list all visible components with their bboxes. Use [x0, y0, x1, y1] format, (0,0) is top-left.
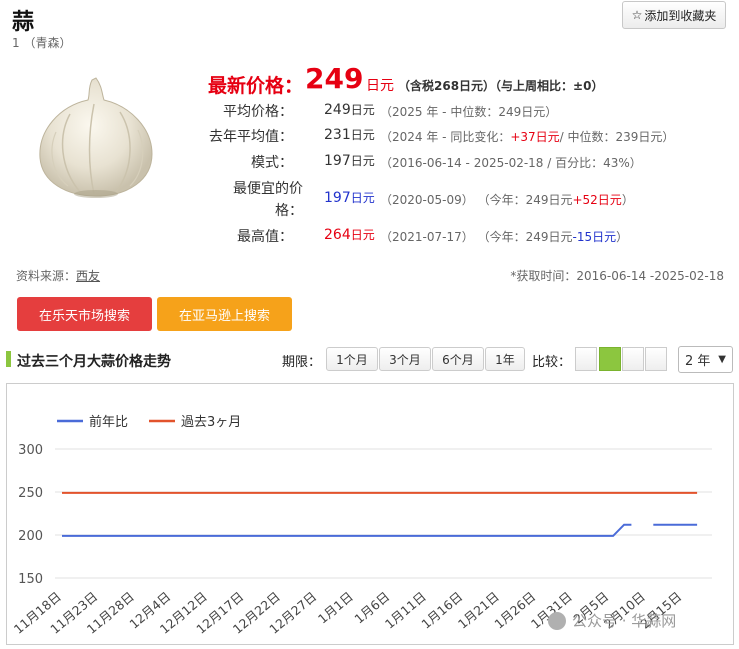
x-tick-label: 1月1日 [315, 589, 356, 627]
legend-label: 過去3ヶ月 [181, 415, 241, 430]
y-tick-label: 250 [18, 486, 43, 501]
y-tick-label: 200 [18, 529, 43, 544]
legend-label: 前年比 [89, 414, 128, 430]
price-trend-chart: 15020025030011月18日11月23日11月28日12月4日12月12… [11, 414, 712, 637]
series-line-1 [62, 523, 632, 537]
y-tick-label: 150 [18, 572, 43, 587]
y-tick-label: 300 [18, 443, 43, 458]
watermark: 公众号 · 华蒜网 [548, 610, 676, 631]
wechat-icon [548, 611, 566, 630]
